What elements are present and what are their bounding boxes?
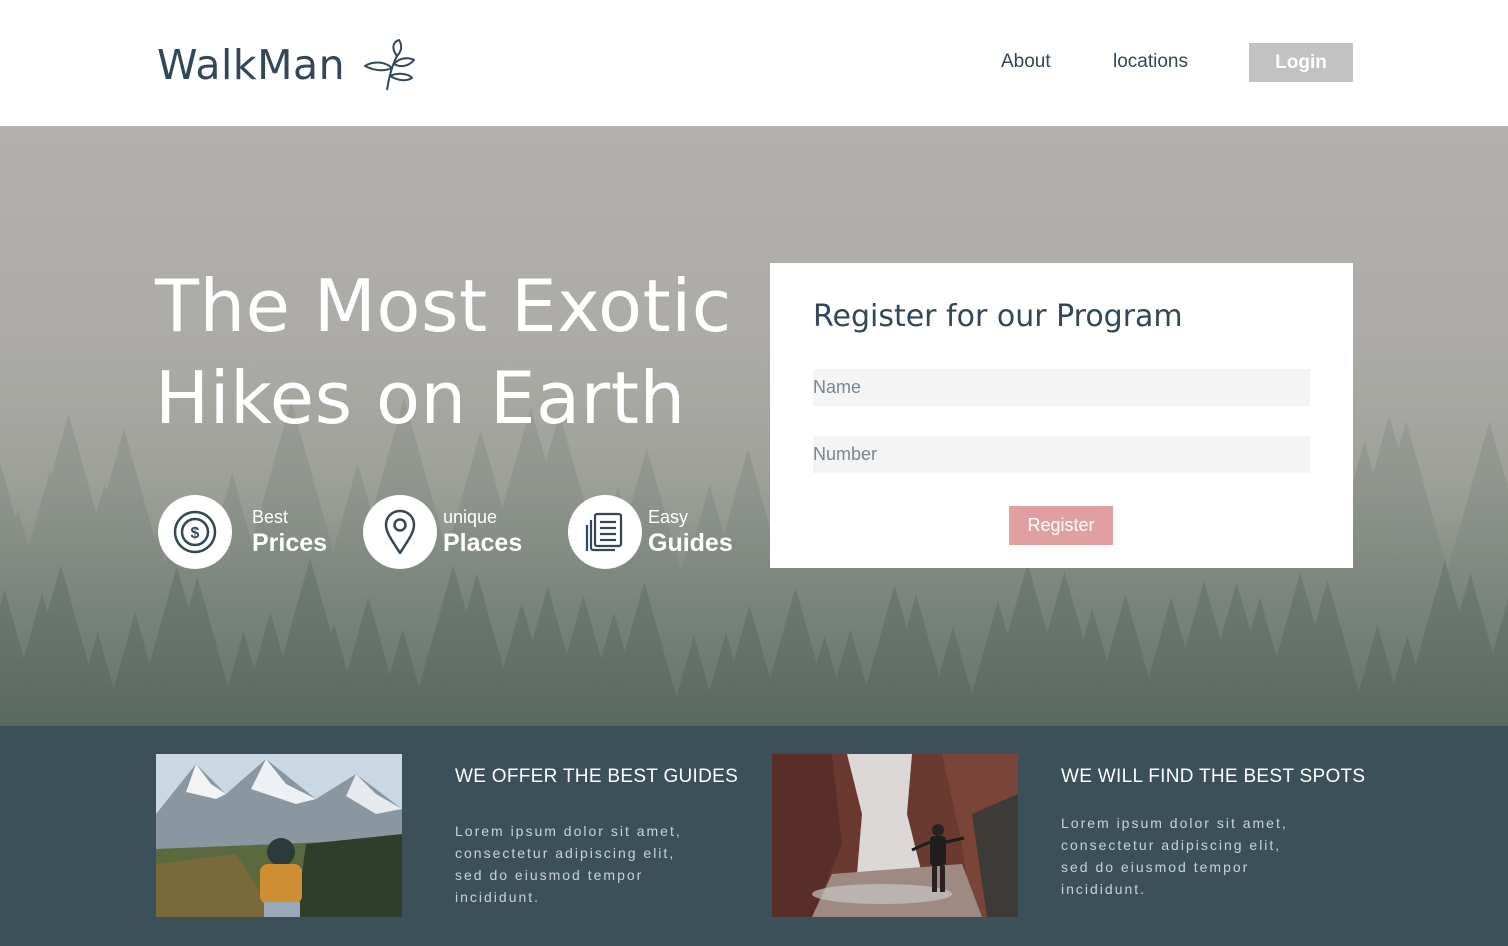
hero-headline: The Most Exotic Hikes on Earth	[155, 260, 732, 444]
register-card-title: Register for our Program	[813, 299, 1183, 334]
document-stack-icon	[585, 512, 623, 552]
feature-small-label: Easy	[648, 507, 689, 527]
offers-section: WE OFFER THE BEST GUIDES Lorem ipsum dol…	[0, 726, 1508, 946]
leaf-sprig-icon	[364, 39, 416, 91]
nav-about-link[interactable]: About	[1001, 51, 1051, 73]
nav-locations-link[interactable]: locations	[1113, 51, 1188, 73]
offer-body-line: consectetur adipiscing elit,	[1061, 837, 1282, 853]
feature-circle: $	[158, 495, 232, 569]
login-button[interactable]: Login	[1249, 43, 1353, 82]
map-pin-icon	[384, 509, 416, 555]
register-button[interactable]: Register	[1009, 506, 1113, 545]
feature-big-label: Places	[443, 529, 523, 557]
feature-easy-guides: Easy Guides	[568, 495, 733, 569]
offer-title: WE WILL FIND THE BEST SPOTS	[1061, 766, 1366, 787]
register-card: Register for our Program Register	[770, 263, 1353, 568]
offer-body-line: Lorem ipsum dolor sit amet,	[455, 823, 682, 839]
number-input[interactable]	[813, 436, 1310, 473]
brand-name: WalkMan	[157, 41, 346, 89]
dollar-coin-icon: $	[173, 510, 217, 554]
hero-headline-line2: Hikes on Earth	[155, 356, 686, 440]
offer-body-line: sed do eiusmod tempor	[1061, 859, 1250, 875]
offer-body-line: sed do eiusmod tempor	[455, 867, 644, 883]
waterfall-hiker-photo	[772, 754, 1018, 917]
feature-big-label: Prices	[252, 529, 328, 557]
offer-body-line: incididunt.	[1061, 881, 1147, 897]
feature-text: unique Places	[443, 506, 522, 558]
feature-unique-places: unique Places	[363, 495, 522, 569]
offer-body-line: Lorem ipsum dolor sit amet,	[1061, 815, 1288, 831]
site-header: WalkMan About locations Login	[0, 0, 1508, 126]
feature-big-label: Guides	[648, 529, 733, 557]
offer-body-line: consectetur adipiscing elit,	[455, 845, 676, 861]
feature-small-label: unique	[443, 507, 498, 527]
offer-title: WE OFFER THE BEST GUIDES	[455, 766, 739, 787]
feature-text: Easy Guides	[648, 506, 733, 558]
feature-small-label: Best	[252, 507, 289, 527]
hero-headline-line1: The Most Exotic	[155, 264, 732, 348]
offer-body: Lorem ipsum dolor sit amet, consectetur …	[1061, 812, 1321, 900]
offer-body-line: incididunt.	[455, 889, 541, 905]
feature-text: Best Prices	[252, 506, 327, 558]
feature-circle	[363, 495, 437, 569]
name-input[interactable]	[813, 369, 1310, 406]
hiker-mountain-photo	[156, 754, 402, 917]
feature-circle	[568, 495, 642, 569]
svg-text:$: $	[191, 525, 200, 542]
offer-body: Lorem ipsum dolor sit amet, consectetur …	[455, 820, 715, 908]
feature-best-prices: $ Best Prices	[158, 495, 327, 569]
brand-logo[interactable]: WalkMan	[157, 38, 416, 92]
